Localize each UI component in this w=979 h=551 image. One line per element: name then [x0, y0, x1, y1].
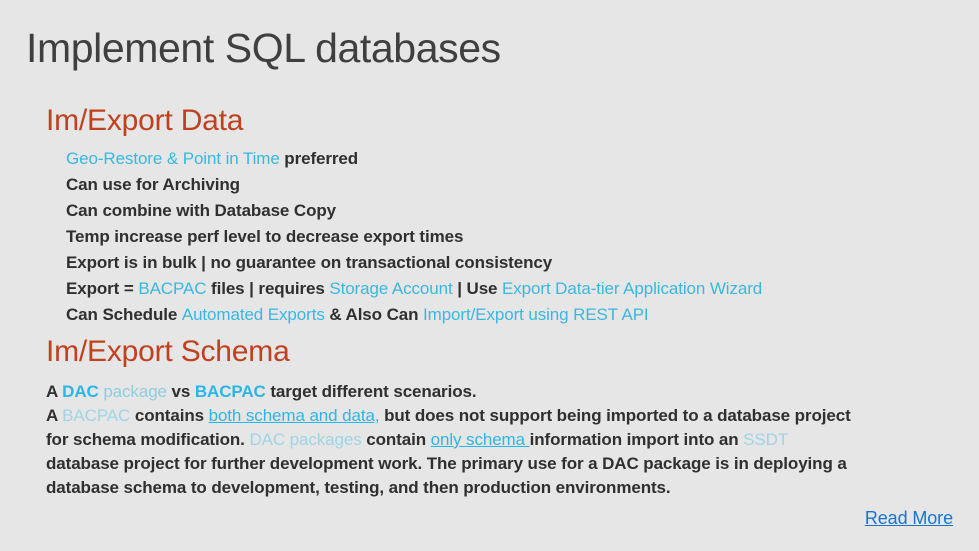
line2-part-5: but does not support being imported to a… — [379, 406, 851, 425]
bullet-7-part-2: Automated Exports — [181, 305, 325, 324]
line3-part-2: DAC packages — [249, 430, 362, 449]
line1-part-2: DAC — [62, 382, 99, 401]
paragraph-line-4: database project for further development… — [46, 452, 946, 476]
section-heading-imexport-data: Im/Export Data — [46, 104, 244, 137]
paragraph-line-5: database schema to development, testing,… — [46, 476, 946, 500]
line3-part-4: only schema — [430, 430, 530, 449]
line2-part-1: A — [46, 406, 63, 425]
bullet-1-part-2: preferred — [284, 149, 359, 168]
paragraph-line-3: for schema modification. DAC packages co… — [46, 428, 946, 452]
list-item: Export = BACPAC files | requires Storage… — [66, 276, 946, 302]
read-more-link[interactable]: Read More — [865, 508, 953, 529]
bullet-1-part-1: Geo-Restore & Point in Time — [66, 149, 280, 168]
line3-part-6: SSDT — [743, 430, 789, 449]
bullet-7-part-4: Import/Export using REST API — [423, 305, 649, 324]
list-item: Can combine with Database Copy — [66, 198, 946, 224]
bullet-6-part-1: Export = — [66, 279, 139, 298]
list-item: Can Schedule Automated Exports & Also Ca… — [66, 302, 946, 328]
imexport-schema-paragraph: A DAC package vs BACPAC target different… — [46, 380, 946, 500]
bullet-5-part-1: Export is in bulk | no guarantee on tran… — [66, 253, 553, 272]
imexport-data-bullet-list: Geo-Restore & Point in Time preferred Ca… — [66, 146, 946, 328]
line1-part-1: A — [46, 382, 63, 401]
bullet-6-part-5: | Use — [452, 279, 503, 298]
paragraph-line-1: A DAC package vs BACPAC target different… — [46, 380, 946, 404]
bullet-7-part-3: & Also Can — [324, 305, 424, 324]
bullet-6-part-6: Export Data-tier Application Wizard — [502, 279, 763, 298]
line1-part-5: BACPAC — [194, 382, 266, 401]
line2-part-3: contains — [130, 406, 209, 425]
list-item: Can use for Archiving — [66, 172, 946, 198]
bullet-4-part-1: Temp increase perf level to decrease exp… — [66, 227, 464, 246]
paragraph-line-2: A BACPAC contains both schema and data, … — [46, 404, 946, 428]
bullet-6-part-3: files | requires — [206, 279, 330, 298]
section-heading-imexport-schema: Im/Export Schema — [46, 335, 290, 368]
line1-part-4: vs — [171, 382, 195, 401]
list-item: Temp increase perf level to decrease exp… — [66, 224, 946, 250]
line2-part-2: BACPAC — [62, 406, 131, 425]
list-item: Export is in bulk | no guarantee on tran… — [66, 250, 946, 276]
bullet-7-part-1: Can Schedule — [66, 305, 182, 324]
bullet-3-part-1: Can combine with Database Copy — [66, 201, 336, 220]
line3-part-5: information import into an — [529, 430, 744, 449]
slide-canvas: Implement SQL databases Im/Export Data G… — [0, 0, 979, 551]
bullet-6-part-4: Storage Account — [329, 279, 453, 298]
bullet-6-part-2: BACPAC — [138, 279, 207, 298]
line4-part-1: database project for further development… — [46, 454, 847, 473]
bullet-2-part-1: Can use for Archiving — [66, 175, 240, 194]
line3-part-3: contain — [361, 430, 431, 449]
line5-part-1: database schema to development, testing,… — [46, 478, 671, 497]
line1-part-3: package — [98, 382, 172, 401]
line2-part-4: both schema and data, — [208, 406, 380, 425]
list-item: Geo-Restore & Point in Time preferred — [66, 146, 946, 172]
line3-part-1: for schema modification. — [46, 430, 250, 449]
line1-part-6: target different scenarios. — [265, 382, 477, 401]
page-title: Implement SQL databases — [26, 25, 501, 71]
